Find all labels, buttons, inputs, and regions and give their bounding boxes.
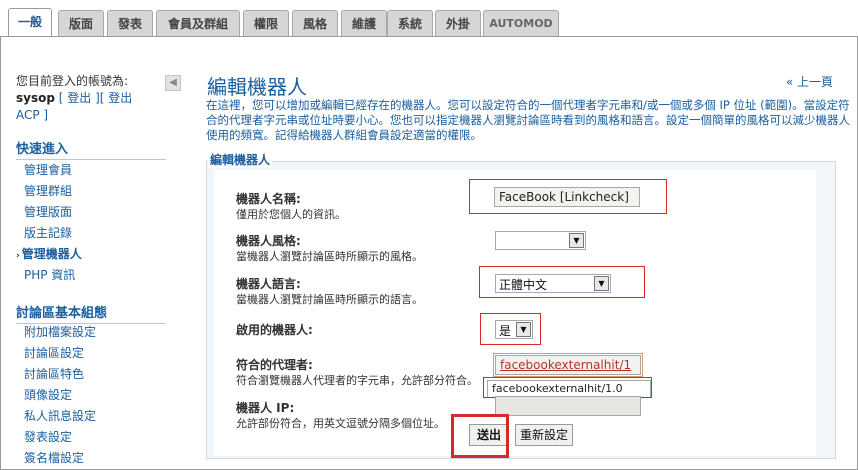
sidebar-item-posting[interactable]: 發表設定 [24, 428, 72, 445]
page-description: 在這裡，您可以增加或編輯已經存在的機器人。您可以設定符合的一個代理者字元串和/或… [206, 98, 850, 142]
sidebar-item-manage-bots[interactable]: › 管理機器人 [16, 245, 82, 262]
tab-users-groups[interactable]: 會員及群組 [156, 10, 240, 37]
tab-extensions[interactable]: 外掛 [435, 10, 481, 37]
sidebar: 您目前登入的帳號為: sysop [ 登出 ][ 登出 ACP ] ◀ 快速進入… [5, 37, 185, 469]
bot-name-label: 機器人名稱: [236, 192, 301, 206]
forum-basic-title: 討論區基本組態 [16, 302, 166, 324]
sidebar-item-attachments[interactable]: 附加檔案設定 [24, 323, 96, 340]
tab-system[interactable]: 系統 [387, 10, 433, 37]
sidebar-item-label: 管理機器人 [21, 247, 82, 261]
back-link[interactable]: « 上一頁 [786, 73, 833, 90]
bot-lang-hint: 當機器人瀏覽討論區時所顯示的語言。 [236, 293, 423, 306]
quick-access-title: 快速進入 [16, 138, 166, 160]
sidebar-item-manage-users[interactable]: 管理會員 [24, 161, 72, 178]
bot-ip-input[interactable] [495, 396, 641, 416]
reset-button[interactable]: 重新設定 [515, 424, 573, 446]
bot-active-label: 啟用的機器人: [236, 323, 313, 337]
collapse-sidebar-icon[interactable]: ◀ [165, 75, 181, 91]
bot-ip-hint: 允許部份符合，用英文逗號分隔多個位址。 [236, 417, 445, 430]
sidebar-item-board-settings[interactable]: 討論區設定 [24, 344, 84, 361]
bot-style-hint: 當機器人瀏覽討論區時所顯示的風格。 [236, 250, 423, 263]
tab-styles[interactable]: 風格 [292, 10, 338, 37]
tab-posting[interactable]: 發表 [107, 10, 153, 37]
highlight-box [483, 377, 652, 398]
fieldset-legend: 編輯機器人 [208, 151, 273, 168]
sidebar-item-manage-groups[interactable]: 管理群組 [24, 182, 72, 199]
highlight-box [451, 414, 509, 458]
highlight-box [479, 266, 645, 298]
bot-agent-label: 符合的代理者: [236, 358, 313, 372]
sidebar-item-php-info[interactable]: PHP 資訊 [24, 266, 75, 283]
sidebar-item-pm[interactable]: 私人訊息設定 [24, 407, 96, 424]
tab-forums[interactable]: 版面 [58, 10, 104, 37]
tab-general[interactable]: 一般 [8, 8, 52, 37]
tab-permissions[interactable]: 權限 [243, 10, 289, 37]
sidebar-item-manage-forums[interactable]: 管理版面 [24, 203, 72, 220]
active-arrow-icon: › [16, 251, 20, 261]
page-title: 編輯機器人 [207, 75, 307, 99]
username: sysop [16, 91, 55, 105]
form-panel: 機器人名稱: 僅用於您個人的資訊。 FaceBook [Linkcheck] 機… [214, 170, 816, 458]
bot-style-select[interactable]: ▼ [495, 231, 586, 250]
acp-frame: 您目前登入的帳號為: sysop [ 登出 ][ 登出 ACP ] ◀ 快速進入… [0, 36, 858, 470]
logout-link[interactable]: [ 登出 ] [59, 91, 100, 105]
bot-name-hint: 僅用於您個人的資訊。 [236, 208, 346, 221]
login-prefix: 您目前登入的帳號為: [16, 74, 129, 88]
chevron-down-icon: ▼ [569, 233, 584, 248]
main-content: 編輯機器人 « 上一頁 在這裡，您可以增加或編輯已經存在的機器人。您可以設定符合… [196, 37, 857, 469]
login-info: 您目前登入的帳號為: sysop [ 登出 ][ 登出 ACP ] [16, 73, 156, 124]
sidebar-item-board-features[interactable]: 討論區特色 [24, 365, 84, 382]
sidebar-item-mod-log[interactable]: 版主記錄 [24, 224, 72, 241]
sidebar-item-avatar[interactable]: 頭像設定 [24, 386, 72, 403]
tab-maintenance[interactable]: 維護 [341, 10, 387, 37]
tab-automod[interactable]: AUTOMOD [483, 10, 559, 37]
bot-ip-label: 機器人 IP: [236, 401, 295, 415]
sidebar-item-signature[interactable]: 簽名檔設定 [24, 449, 84, 466]
highlight-box [480, 313, 541, 345]
tab-bar: 一般 版面 發表 會員及群組 權限 風格 維護 系統 外掛 AUTOMOD [0, 0, 858, 37]
highlight-box [469, 179, 667, 214]
agent-focus-ring [493, 353, 643, 377]
bot-style-label: 機器人風格: [236, 234, 301, 248]
bot-lang-label: 機器人語言: [236, 277, 301, 291]
bot-agent-hint: 符合瀏覽機器人代理者的字元串，允許部分符合。 [236, 374, 478, 387]
